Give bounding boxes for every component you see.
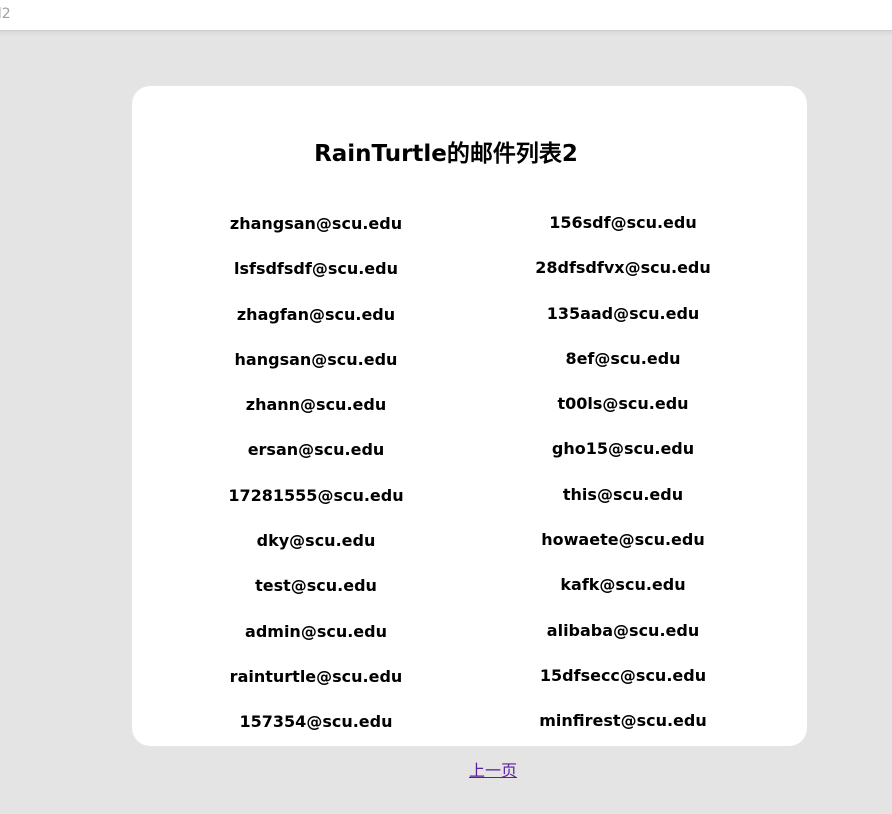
email-item: 135aad@scu.edu xyxy=(546,303,700,323)
email-item: lsfsdfsdf@scu.edu xyxy=(233,259,398,279)
email-item: rainturtle@scu.edu xyxy=(229,666,403,686)
email-item: test@scu.edu xyxy=(255,576,377,596)
email-item: 156sdf@scu.edu xyxy=(549,213,697,232)
email-list-left: zhangsan@scu.edu lsfsdfsdf@scu.edu zhagfan… xyxy=(166,209,466,753)
email-item: howaete@scu.edu xyxy=(541,530,705,550)
email-list-right: 156sdf@scu.edu 28dfsdfvx@scu.edu 135aad@sc… xyxy=(473,208,773,752)
previous-page-link[interactable]: 上一页 xyxy=(0,757,892,781)
email-item: zhangsan@scu.edu xyxy=(229,214,403,233)
email-item: t00ls@scu.edu xyxy=(557,394,689,414)
email-item: alibaba@scu.edu xyxy=(546,620,700,640)
email-item: zhagfan@scu.edu xyxy=(236,304,396,324)
address-bar-url[interactable]: il2 xyxy=(0,6,11,22)
email-item: ersan@scu.edu xyxy=(247,440,385,460)
email-item: hangsan@scu.edu xyxy=(234,349,398,369)
page-title: RainTurtle的邮件列表2 xyxy=(314,141,578,167)
email-item: this@scu.edu xyxy=(562,484,684,504)
email-item: kafk@scu.edu xyxy=(560,575,686,595)
email-item: 15dfsecc@scu.edu xyxy=(539,665,707,685)
email-item: zhann@scu.edu xyxy=(245,395,387,415)
email-item: minfirest@scu.edu xyxy=(539,711,707,731)
email-item: 28dfsdfvx@scu.edu xyxy=(535,258,711,278)
email-item: dky@scu.edu xyxy=(256,531,376,551)
email-item: 157354@scu.edu xyxy=(239,712,393,732)
email-item: 17281555@scu.edu xyxy=(228,485,404,505)
email-item: 8ef@scu.edu xyxy=(565,348,681,368)
email-item: gho15@scu.edu xyxy=(551,439,695,459)
toolbar-divider xyxy=(0,31,892,36)
address-bar[interactable]: il2 xyxy=(0,0,892,31)
email-item: admin@scu.edu xyxy=(245,621,387,641)
